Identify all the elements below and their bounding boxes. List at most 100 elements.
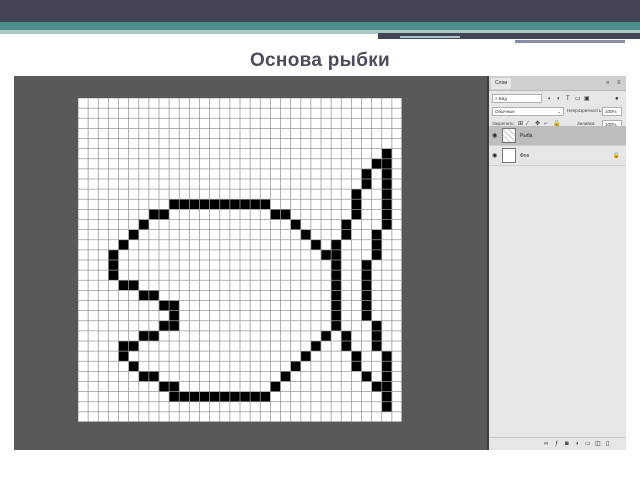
filled-pixel [219, 199, 230, 210]
filter-toggle-icon[interactable]: ● [615, 95, 619, 103]
filled-pixel [159, 381, 170, 392]
filled-pixel [169, 310, 180, 321]
filled-pixel [341, 219, 352, 230]
opacity-input[interactable]: 100% [602, 107, 622, 116]
mask-icon[interactable]: ◙ [565, 440, 569, 448]
layer-name: Фон [520, 153, 530, 159]
filled-pixel [361, 300, 372, 311]
filled-pixel [331, 260, 342, 271]
filled-pixel [381, 381, 392, 392]
filled-pixel [118, 351, 129, 362]
filled-pixel [381, 199, 392, 210]
filled-pixel [371, 341, 382, 352]
filled-pixel [351, 199, 362, 210]
filled-pixel [128, 280, 139, 291]
folder-icon[interactable]: ▭ [585, 440, 591, 448]
filled-pixel [159, 300, 170, 311]
eye-icon[interactable]: ◉ [492, 152, 497, 160]
filled-pixel [128, 229, 139, 240]
canvas-area [14, 76, 487, 450]
layer-background[interactable]: ◉ Фон 🔒 [489, 146, 626, 166]
filled-pixel [280, 371, 291, 382]
filter-row: ⌕ Вид ▪ ◐ T ▭ ▣ ● [489, 92, 626, 104]
editor-window: Слои « ≡ ⌕ Вид ▪ ◐ T ▭ ▣ ● Обычные ⌄ Неп… [14, 76, 626, 450]
filled-pixel [290, 361, 301, 372]
filled-pixel [381, 189, 392, 200]
filled-pixel [331, 310, 342, 321]
tab-layers[interactable]: Слои [491, 78, 512, 89]
filled-pixel [351, 351, 362, 362]
filter-adjust-icon[interactable]: ◐ [557, 95, 561, 103]
filter-text-icon[interactable]: T [566, 95, 570, 103]
filled-pixel [381, 148, 392, 159]
header-band-teal [0, 22, 640, 30]
blend-row: Обычные ⌄ Непрозрачность: 100% [489, 105, 626, 117]
header-accent-line [400, 36, 460, 38]
layer-name: Рыба [520, 133, 533, 139]
filled-pixel [118, 239, 129, 250]
filled-pixel [169, 300, 180, 311]
filled-pixel [371, 158, 382, 169]
filled-pixel [290, 219, 301, 230]
filled-pixel [260, 199, 271, 210]
lock-icon: 🔒 [612, 153, 620, 159]
filled-pixel [381, 401, 392, 412]
filled-pixel [331, 320, 342, 331]
panel-footer: ∞ ƒ ◙ ◑ ▭ ◫ ▯ [489, 437, 626, 450]
pixel-canvas[interactable] [78, 98, 402, 422]
filled-pixel [361, 310, 372, 321]
filled-pixel [381, 371, 392, 382]
filter-kind-select[interactable]: ⌕ Вид [492, 94, 542, 103]
filled-pixel [361, 168, 372, 179]
filled-pixel [381, 179, 392, 190]
filled-pixel [159, 209, 170, 220]
filled-pixel [118, 341, 129, 352]
filled-pixel [331, 290, 342, 301]
filled-pixel [371, 330, 382, 341]
filter-smart-icon[interactable]: ▣ [584, 95, 590, 103]
new-layer-icon[interactable]: ◫ [595, 440, 601, 448]
link-icon[interactable]: ∞ [544, 440, 548, 448]
filled-pixel [321, 330, 332, 341]
filter-shape-icon[interactable]: ▭ [575, 95, 581, 103]
filled-pixel [128, 361, 139, 372]
filled-pixel [169, 199, 180, 210]
filled-pixel [331, 280, 342, 291]
filled-pixel [381, 391, 392, 402]
filled-pixel [138, 371, 149, 382]
collapse-icon[interactable]: « [606, 78, 609, 88]
layers-panel: Слои « ≡ ⌕ Вид ▪ ◐ T ▭ ▣ ● Обычные ⌄ Неп… [487, 76, 626, 450]
filled-pixel [381, 209, 392, 220]
adjustment-icon[interactable]: ◑ [575, 440, 579, 448]
filled-pixel [219, 391, 230, 402]
filter-pixel-icon[interactable]: ▪ [548, 95, 550, 103]
filled-pixel [310, 239, 321, 250]
filled-pixel [371, 229, 382, 240]
filled-pixel [361, 280, 372, 291]
filled-pixel [240, 199, 251, 210]
panel-menu-icon[interactable]: ≡ [617, 78, 621, 88]
pixel-grid [78, 98, 402, 422]
layer-thumbnail [502, 148, 516, 163]
trash-icon[interactable]: ▯ [606, 440, 609, 448]
filled-pixel [361, 371, 372, 382]
filled-pixel [209, 199, 220, 210]
fx-icon[interactable]: ƒ [555, 440, 558, 448]
filled-pixel [138, 330, 149, 341]
eye-icon[interactable]: ◉ [492, 132, 497, 140]
header-accent-stripe [515, 40, 625, 43]
filled-pixel [169, 381, 180, 392]
filled-pixel [148, 290, 159, 301]
layer-thumbnail [502, 128, 516, 143]
filled-pixel [351, 189, 362, 200]
filled-pixel [108, 270, 119, 281]
blend-mode-select[interactable]: Обычные ⌄ [492, 107, 564, 116]
filter-kind-value: Вид [498, 96, 507, 101]
filled-pixel [199, 199, 210, 210]
filled-pixel [371, 249, 382, 260]
filled-pixel [331, 249, 342, 260]
filled-pixel [300, 351, 311, 362]
layer-fish[interactable]: ◉ Рыба [489, 126, 626, 146]
filled-pixel [381, 361, 392, 372]
filled-pixel [270, 381, 281, 392]
